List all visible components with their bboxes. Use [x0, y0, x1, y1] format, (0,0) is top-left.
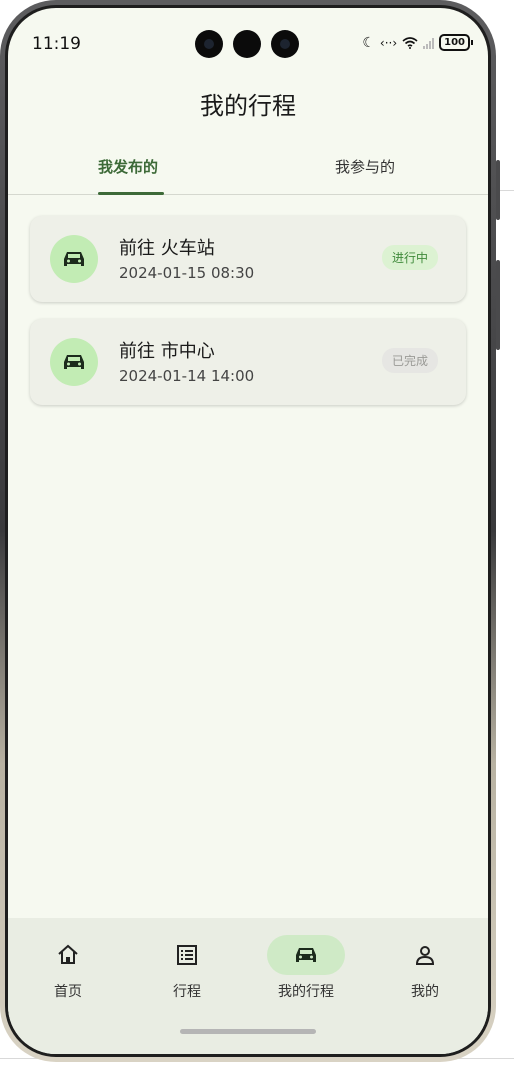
- signal-icon: [423, 37, 435, 49]
- tab-published[interactable]: 我发布的: [98, 156, 158, 177]
- status-bar: 11:19 ☾ ‹··› 100: [8, 8, 488, 58]
- person-icon: [415, 946, 435, 965]
- trip-card[interactable]: 前往 火车站 2024-01-15 08:30 进行中: [30, 216, 466, 302]
- page-title: 我的行程: [200, 92, 296, 120]
- camera-icon: [271, 30, 299, 58]
- home-icon: [58, 944, 78, 964]
- car-icon: [64, 355, 84, 369]
- wifi-icon: [402, 36, 418, 49]
- nav-label: 我的行程: [278, 984, 334, 1000]
- volume-button: [496, 160, 500, 220]
- status-badge: 已完成: [381, 348, 438, 373]
- trip-destination: 前往 火车站: [119, 238, 215, 259]
- app-screen: 11:19 ☾ ‹··› 100 我的行程 我发布的 我参与的 前往 火车站 2…: [8, 8, 488, 1054]
- tab-joined[interactable]: 我参与的: [335, 156, 395, 177]
- list-icon: [177, 945, 197, 965]
- trip-avatar: [50, 235, 98, 283]
- status-icons: ☾ ‹··› 100: [362, 34, 473, 51]
- trip-datetime: 2024-01-14 14:00: [119, 367, 255, 385]
- trip-card[interactable]: 前往 市中心 2024-01-14 14:00 已完成: [30, 319, 466, 405]
- nav-label: 行程: [173, 984, 201, 1000]
- status-time: 11:19: [32, 34, 81, 54]
- nav-label: 我的: [411, 984, 439, 1000]
- camera-icon: [233, 30, 261, 58]
- status-badge: 进行中: [381, 245, 438, 270]
- moon-icon: ☾: [362, 34, 375, 51]
- car-icon: [64, 252, 84, 266]
- car-icon: [296, 948, 316, 962]
- phone-frame: 11:19 ☾ ‹··› 100 我的行程 我发布的 我参与的 前往 火车站 2…: [0, 0, 500, 1062]
- trip-avatar: [50, 338, 98, 386]
- battery-icon: 100: [439, 34, 473, 51]
- home-indicator[interactable]: [180, 1029, 316, 1034]
- nav-label: 首页: [54, 984, 82, 1000]
- power-button: [496, 260, 500, 350]
- data-sync-icon: ‹··›: [379, 35, 398, 50]
- tab-bar: 我发布的 我参与的: [8, 156, 488, 195]
- tab-indicator: [98, 192, 164, 195]
- trip-destination: 前往 市中心: [119, 341, 215, 362]
- camera-icon: [195, 30, 223, 58]
- trip-datetime: 2024-01-15 08:30: [119, 264, 255, 282]
